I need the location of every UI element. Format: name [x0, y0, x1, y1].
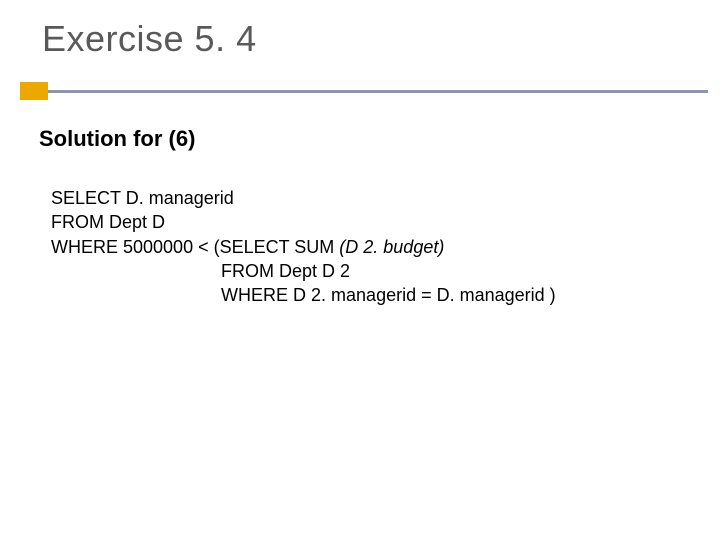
sql-code-block: SELECT D. managerid FROM Dept D WHERE 50…: [51, 186, 556, 307]
sql-line: WHERE 5000000 < (SELECT SUM: [51, 237, 339, 257]
sql-line-italic: (D 2. budget): [339, 237, 444, 257]
sql-line: FROM Dept D: [51, 212, 165, 232]
slide-title: Exercise 5. 4: [42, 18, 257, 60]
title-underline-row: [0, 82, 720, 100]
accent-block: [20, 82, 48, 100]
horizontal-rule: [48, 90, 708, 93]
sql-line: FROM Dept D 2: [51, 261, 350, 281]
section-heading: Solution for (6): [39, 126, 195, 152]
sql-line: SELECT D. managerid: [51, 188, 234, 208]
sql-line: WHERE D 2. managerid = D. managerid ): [51, 285, 556, 305]
